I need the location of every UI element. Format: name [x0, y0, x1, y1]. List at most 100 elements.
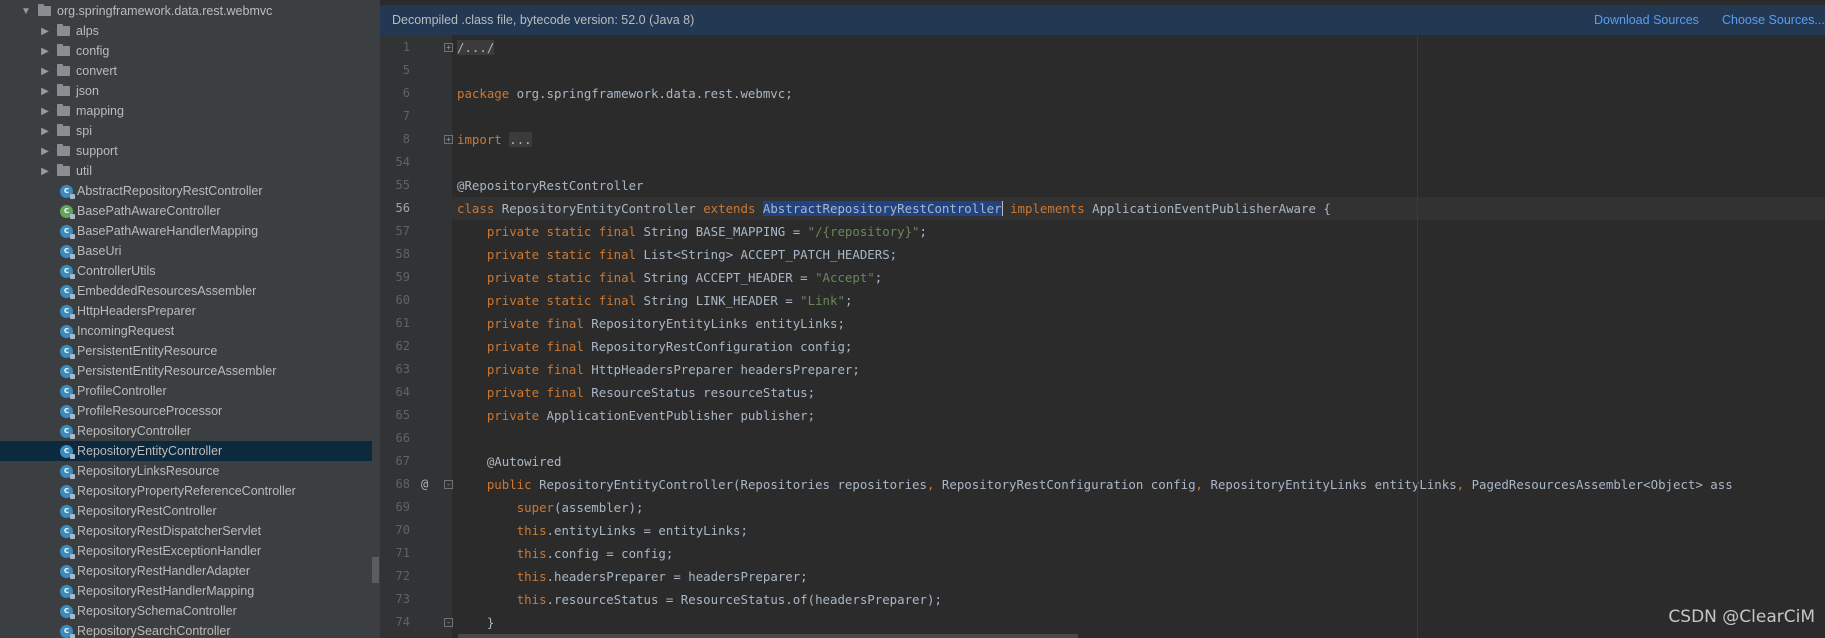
code-line[interactable]: import ... — [452, 128, 1825, 151]
tree-package-0[interactable]: ▶ alps — [0, 21, 372, 41]
expand-arrow-icon[interactable]: ▼ — [20, 6, 32, 17]
collapse-arrow-icon[interactable]: ▶ — [39, 66, 51, 77]
tree-class-9[interactable]: c PersistentEntityResourceAssembler — [0, 361, 372, 381]
tree-class-8[interactable]: c PersistentEntityResource — [0, 341, 372, 361]
collapse-arrow-icon[interactable]: ▶ — [39, 86, 51, 97]
code-line[interactable]: private ApplicationEventPublisher publis… — [452, 404, 1825, 427]
tree-package-5[interactable]: ▶ spi — [0, 121, 372, 141]
tree-class-18[interactable]: c RepositoryRestExceptionHandler — [0, 541, 372, 561]
tree-root-package[interactable]: ▼ org.springframework.data.rest.webmvc — [0, 1, 372, 21]
code-token — [1001, 201, 1011, 216]
code-line[interactable]: public RepositoryEntityController(Reposi… — [452, 473, 1825, 496]
choose-sources-link[interactable]: Choose Sources... — [1722, 13, 1825, 27]
tree-class-12[interactable]: c RepositoryController — [0, 421, 372, 441]
tree-class-1[interactable]: c BasePathAwareController — [0, 201, 372, 221]
override-marker-icon[interactable]: @ — [421, 477, 428, 491]
tree-package-2[interactable]: ▶ convert — [0, 61, 372, 81]
tree-class-19[interactable]: c RepositoryRestHandlerAdapter — [0, 561, 372, 581]
code-line[interactable]: @Autowired — [452, 450, 1825, 473]
tree-class-label: EmbeddedResourcesAssembler — [77, 284, 257, 298]
tree-package-4[interactable]: ▶ mapping — [0, 101, 372, 121]
horizontal-scrollbar-thumb[interactable] — [458, 634, 1078, 638]
tree-class-6[interactable]: c HttpHeadersPreparer — [0, 301, 372, 321]
code-line[interactable]: /.../ — [452, 36, 1825, 59]
code-line[interactable]: private static final String ACCEPT_HEADE… — [452, 266, 1825, 289]
line-number: 74 — [395, 615, 410, 629]
download-sources-link[interactable]: Download Sources — [1594, 13, 1699, 27]
collapse-arrow-icon[interactable]: ▶ — [39, 106, 51, 117]
tree-package-1[interactable]: ▶ config — [0, 41, 372, 61]
banner-text: Decompiled .class file, bytecode version… — [392, 13, 695, 27]
collapse-arrow-icon[interactable]: ▶ — [39, 26, 51, 37]
code-line[interactable]: package org.springframework.data.rest.we… — [452, 82, 1825, 105]
code-line[interactable]: this.headersPreparer = headersPreparer; — [452, 565, 1825, 588]
code-line[interactable]: @RepositoryRestController — [452, 174, 1825, 197]
tree-class-10[interactable]: c ProfileController — [0, 381, 372, 401]
line-number: 73 — [395, 592, 410, 606]
code-line[interactable]: private final HttpHeadersPreparer header… — [452, 358, 1825, 381]
class-icon: c — [60, 364, 75, 379]
tree-class-0[interactable]: c AbstractRepositoryRestController — [0, 181, 372, 201]
tree-class-13[interactable]: c RepositoryEntityController — [0, 441, 372, 461]
code-line[interactable]: private static final String BASE_MAPPING… — [452, 220, 1825, 243]
line-number: 8 — [402, 132, 410, 146]
code-line[interactable]: private final RepositoryRestConfiguratio… — [452, 335, 1825, 358]
code-line[interactable]: } — [452, 611, 1825, 634]
code-token: private — [486, 408, 540, 423]
tree-scrollbar-thumb[interactable] — [372, 557, 379, 583]
code-line[interactable]: private static final List<String> ACCEPT… — [452, 243, 1825, 266]
tree-class-15[interactable]: c RepositoryPropertyReferenceController — [0, 481, 372, 501]
class-icon: c — [60, 384, 75, 399]
code-token: .config = config; — [546, 546, 674, 561]
code-line[interactable]: private final RepositoryEntityLinks enti… — [452, 312, 1825, 335]
tree-package-7[interactable]: ▶ util — [0, 161, 372, 181]
tree-class-22[interactable]: c RepositorySearchController — [0, 621, 372, 638]
code-token: List<String> ACCEPT_PATCH_HEADERS; — [636, 247, 898, 262]
tree-class-16[interactable]: c RepositoryRestController — [0, 501, 372, 521]
tree-class-20[interactable]: c RepositoryRestHandlerMapping — [0, 581, 372, 601]
package-folder-icon — [57, 144, 70, 156]
line-number: 60 — [395, 293, 410, 307]
tree-class-3[interactable]: c BaseUri — [0, 241, 372, 261]
collapse-arrow-icon[interactable]: ▶ — [39, 166, 51, 177]
collapse-arrow-icon[interactable]: ▶ — [39, 146, 51, 157]
tree-class-label: BasePathAwareController — [77, 204, 221, 218]
tree-class-5[interactable]: c EmbeddedResourcesAssembler — [0, 281, 372, 301]
code-line[interactable]: class RepositoryEntityController extends… — [452, 197, 1825, 220]
tree-class-2[interactable]: c BasePathAwareHandlerMapping — [0, 221, 372, 241]
tree-class-21[interactable]: c RepositorySchemaController — [0, 601, 372, 621]
code-line[interactable]: this.resourceStatus = ResourceStatus.of(… — [452, 588, 1825, 611]
class-icon: c — [60, 544, 75, 559]
collapse-arrow-icon[interactable]: ▶ — [39, 126, 51, 137]
tree-package-3[interactable]: ▶ json — [0, 81, 372, 101]
code-token: HttpHeadersPreparer headersPreparer; — [583, 362, 860, 377]
code-line[interactable] — [452, 151, 1825, 174]
tree-class-17[interactable]: c RepositoryRestDispatcherServlet — [0, 521, 372, 541]
tree-package-6[interactable]: ▶ support — [0, 141, 372, 161]
code-line[interactable] — [452, 105, 1825, 128]
tree-class-7[interactable]: c IncomingRequest — [0, 321, 372, 341]
code-line[interactable]: private static final String LINK_HEADER … — [452, 289, 1825, 312]
code-line[interactable] — [452, 59, 1825, 82]
code-line[interactable]: super(assembler); — [452, 496, 1825, 519]
tree-class-label: RepositoryRestHandlerAdapter — [77, 564, 251, 578]
collapse-arrow-icon[interactable]: ▶ — [39, 46, 51, 57]
code-area[interactable]: /.../ package org.springframework.data.re… — [452, 35, 1825, 638]
line-number: 6 — [402, 86, 410, 100]
code-token: ApplicationEventPublisherAware { — [1084, 201, 1331, 216]
code-token: extends — [703, 201, 756, 216]
code-line[interactable]: private final ResourceStatus resourceSta… — [452, 381, 1825, 404]
code-line[interactable]: this.entityLinks = entityLinks; — [452, 519, 1825, 542]
tree-class-4[interactable]: c ControllerUtils — [0, 261, 372, 281]
project-tree: ▼ org.springframework.data.rest.webmvc ▶… — [0, 0, 380, 638]
code-line[interactable]: this.config = config; — [452, 542, 1825, 565]
tree-package-label: json — [76, 84, 99, 98]
class-icon: c — [60, 624, 75, 638]
tree-package-label: mapping — [76, 104, 124, 118]
code-line[interactable] — [452, 427, 1825, 450]
tree-class-14[interactable]: c RepositoryLinksResource — [0, 461, 372, 481]
tree-class-11[interactable]: c ProfileResourceProcessor — [0, 401, 372, 421]
tree-class-label: AbstractRepositoryRestController — [77, 184, 263, 198]
class-icon: c — [60, 464, 75, 479]
